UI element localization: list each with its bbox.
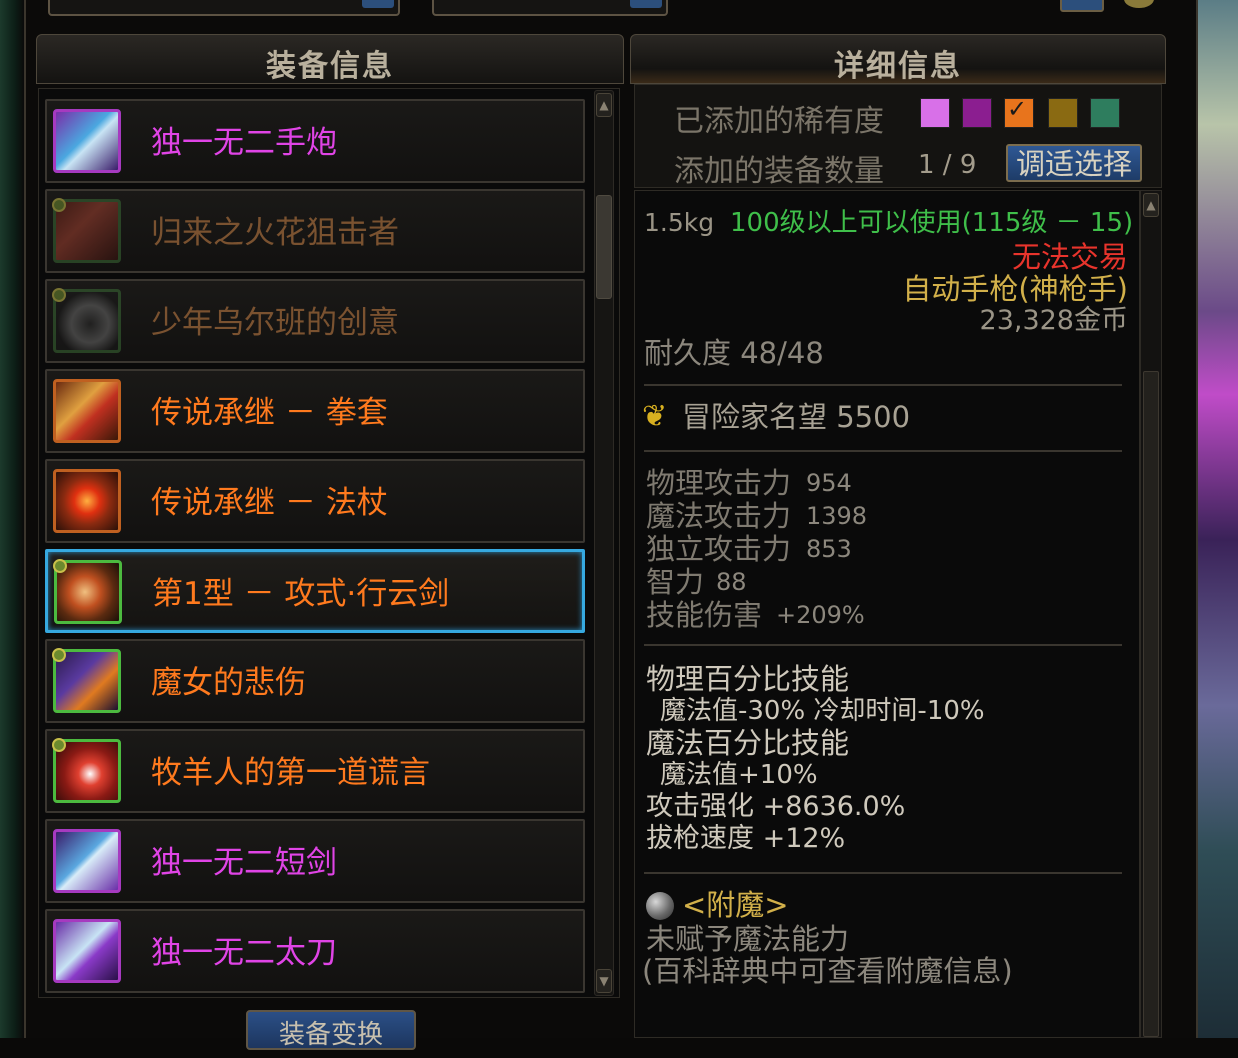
skill-line: 魔法值+10% (660, 760, 818, 790)
rarity-swatch-rare[interactable] (1048, 98, 1078, 128)
divider (644, 384, 1122, 386)
rarity-swatch-uncommon[interactable] (1090, 98, 1120, 128)
stat-value: 853 (806, 535, 852, 563)
enchant-title: <附魔> (682, 888, 789, 922)
category-dropdown[interactable] (48, 0, 400, 16)
enchant-orb-icon (646, 892, 674, 920)
list-item-selected[interactable]: 第1型 － 攻式·行云剑 (45, 549, 585, 633)
list-item[interactable]: 传说承继 － 法杖 (45, 459, 585, 543)
equipment-list-scrollbar[interactable]: ▲ ▼ (594, 90, 614, 996)
game-background-right (1198, 0, 1238, 1038)
stat-label: 智力 (646, 565, 705, 599)
rarity-swatch-unique[interactable] (962, 98, 992, 128)
item-type: 自动手枪(神枪手) (902, 272, 1128, 306)
panel-title: 详细信息 (834, 49, 962, 84)
fame-icon: ❦ (642, 399, 668, 434)
item-name: 少年乌尔班的创意 (151, 305, 399, 341)
item-weight: 1.5kg (644, 208, 715, 237)
scroll-thumb[interactable] (1143, 371, 1159, 1037)
list-item[interactable]: 魔女的悲伤 (45, 639, 585, 723)
item-name: 独一无二手炮 (151, 125, 337, 161)
count-value: 1 / 9 (918, 150, 977, 180)
adventurer-fame: 冒险家名望 5500 (682, 400, 911, 434)
list-item[interactable]: 独一无二手炮 (45, 99, 585, 183)
trade-status: 无法交易 (1011, 240, 1128, 274)
skill-line: 攻击强化 +8636.0% (646, 791, 906, 822)
list-item[interactable]: 传说承继 － 拳套 (45, 369, 585, 453)
sort-button[interactable] (1060, 0, 1104, 12)
checkmark-icon: ✓ (1007, 95, 1028, 123)
enchant-line: 未赋予魔法能力 (646, 922, 850, 956)
stat-value: +209% (776, 601, 865, 629)
stat-label: 魔法攻击力 (646, 499, 792, 533)
list-item[interactable]: 少年乌尔班的创意 (45, 279, 585, 363)
item-name: 传说承继 － 拳套 (151, 395, 388, 431)
divider (644, 450, 1122, 452)
rarity-swatch-epic[interactable] (920, 98, 950, 128)
gauntlet-icon (53, 379, 121, 443)
list-item[interactable]: 独一无二短剑 (45, 819, 585, 903)
divider (644, 872, 1122, 874)
count-label: 添加的装备数量 (674, 154, 884, 189)
list-item[interactable]: 归来之火花狙击者 (45, 189, 585, 273)
stat-label: 物理攻击力 (646, 466, 792, 500)
level-requirement: 100级以上可以使用(115级 － 15) (730, 208, 1134, 238)
enchant-line: (百科辞典中可查看附魔信息) (642, 954, 1013, 988)
hand-cannon-icon (53, 109, 121, 173)
gatling-gun-icon (52, 288, 121, 353)
witch-weapon-icon (52, 648, 121, 713)
detail-info-header: 详细信息 (630, 34, 1166, 84)
rarity-label: 已添加的稀有度 (674, 104, 884, 139)
durability: 耐久度 48/48 (644, 336, 824, 370)
stat-label: 技能伤害 (646, 598, 763, 632)
shepherd-weapon-icon (52, 738, 121, 803)
dropdown-arrow-icon[interactable] (630, 0, 662, 8)
scroll-down-icon[interactable]: ▼ (596, 969, 612, 993)
item-name: 魔女的悲伤 (151, 665, 306, 701)
divider (644, 644, 1122, 646)
equipment-info-header: 装备信息 (36, 34, 624, 84)
skill-line: 拔枪速度 +12% (646, 823, 846, 854)
equipment-list: 独一无二手炮 归来之火花狙击者 少年乌尔班的创意 传说承继 － 拳套 传说承继 … (38, 88, 620, 998)
item-name: 归来之火花狙击者 (151, 215, 399, 251)
stat-value: 1398 (806, 502, 868, 530)
sniper-rifle-icon (52, 198, 121, 263)
equipment-swap-button[interactable]: 装备变换 (246, 1010, 416, 1050)
scroll-thumb[interactable] (596, 195, 612, 299)
staff-icon (53, 469, 121, 533)
panel-title: 装备信息 (266, 49, 394, 84)
detail-scrollbar[interactable]: ▲ (1140, 190, 1162, 1038)
dagger-icon (53, 829, 121, 893)
skill-line: 物理百分比技能 (646, 662, 850, 696)
item-name: 牧羊人的第一道谎言 (151, 755, 430, 791)
dropdown-arrow-icon[interactable] (362, 0, 394, 8)
list-item[interactable]: 独一无二太刀 (45, 909, 585, 993)
scroll-up-icon[interactable]: ▲ (596, 93, 612, 117)
game-background-left (0, 0, 24, 1038)
item-name: 独一无二短剑 (151, 845, 337, 881)
item-name: 独一无二太刀 (151, 935, 337, 971)
stat-label: 独立攻击力 (646, 532, 792, 566)
skill-line: 魔法百分比技能 (646, 726, 850, 760)
skill-line: 魔法值-30% 冷却时间-10% (660, 696, 985, 726)
katana-icon (53, 919, 121, 983)
scroll-up-icon[interactable]: ▲ (1143, 193, 1159, 217)
item-price: 23,328金币 (979, 305, 1128, 336)
stat-value: 88 (716, 568, 747, 596)
list-item[interactable]: 牧羊人的第一道谎言 (45, 729, 585, 813)
sword-icon (53, 559, 122, 624)
adjust-selection-button[interactable]: 调适选择 (1006, 144, 1142, 182)
rarity-swatch-legendary[interactable]: ✓ (1004, 95, 1034, 128)
stat-value: 954 (806, 469, 852, 497)
rarity-dropdown[interactable] (432, 0, 668, 16)
item-name: 传说承继 － 法杖 (151, 485, 388, 521)
item-name: 第1型 － 攻式·行云剑 (152, 576, 450, 612)
